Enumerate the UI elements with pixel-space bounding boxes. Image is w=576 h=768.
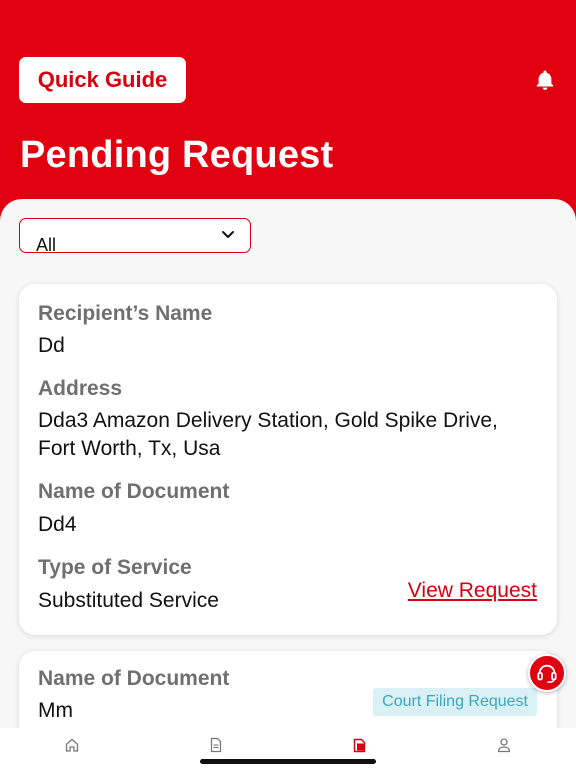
header: Quick Guide Pending Request: [0, 0, 576, 215]
support-button[interactable]: [528, 654, 566, 692]
document-name-label: Name of Document: [38, 667, 230, 690]
bell-icon[interactable]: [533, 68, 557, 92]
home-icon[interactable]: [64, 737, 80, 753]
quick-guide-button[interactable]: Quick Guide: [19, 57, 186, 103]
home-indicator: [200, 759, 376, 764]
content-panel: All Recipient’s Name Dd Address Dda3 Ama…: [0, 199, 576, 768]
address-value: Dda3 Amazon Delivery Station, Gold Spike…: [38, 409, 498, 460]
view-request-link[interactable]: View Request: [408, 579, 537, 603]
status-filter-dropdown[interactable]: All: [19, 218, 251, 253]
requests-icon[interactable]: [352, 737, 368, 753]
recipient-name-label: Recipient’s Name: [38, 302, 213, 325]
page-title: Pending Request: [20, 134, 334, 176]
document-icon[interactable]: [208, 737, 224, 753]
document-name-value: Dd4: [38, 513, 77, 536]
headset-icon: [537, 664, 557, 683]
document-name-label: Name of Document: [38, 480, 230, 503]
recipient-name-value: Dd: [38, 334, 65, 357]
service-type-label: Type of Service: [38, 556, 192, 579]
chevron-down-icon: [222, 231, 234, 238]
profile-icon[interactable]: [496, 737, 512, 753]
request-card: Recipient’s Name Dd Address Dda3 Amazon …: [19, 284, 557, 635]
court-filing-badge: Court Filing Request: [373, 688, 537, 716]
address-label: Address: [38, 377, 123, 400]
filter-selected-value: All: [36, 235, 57, 253]
